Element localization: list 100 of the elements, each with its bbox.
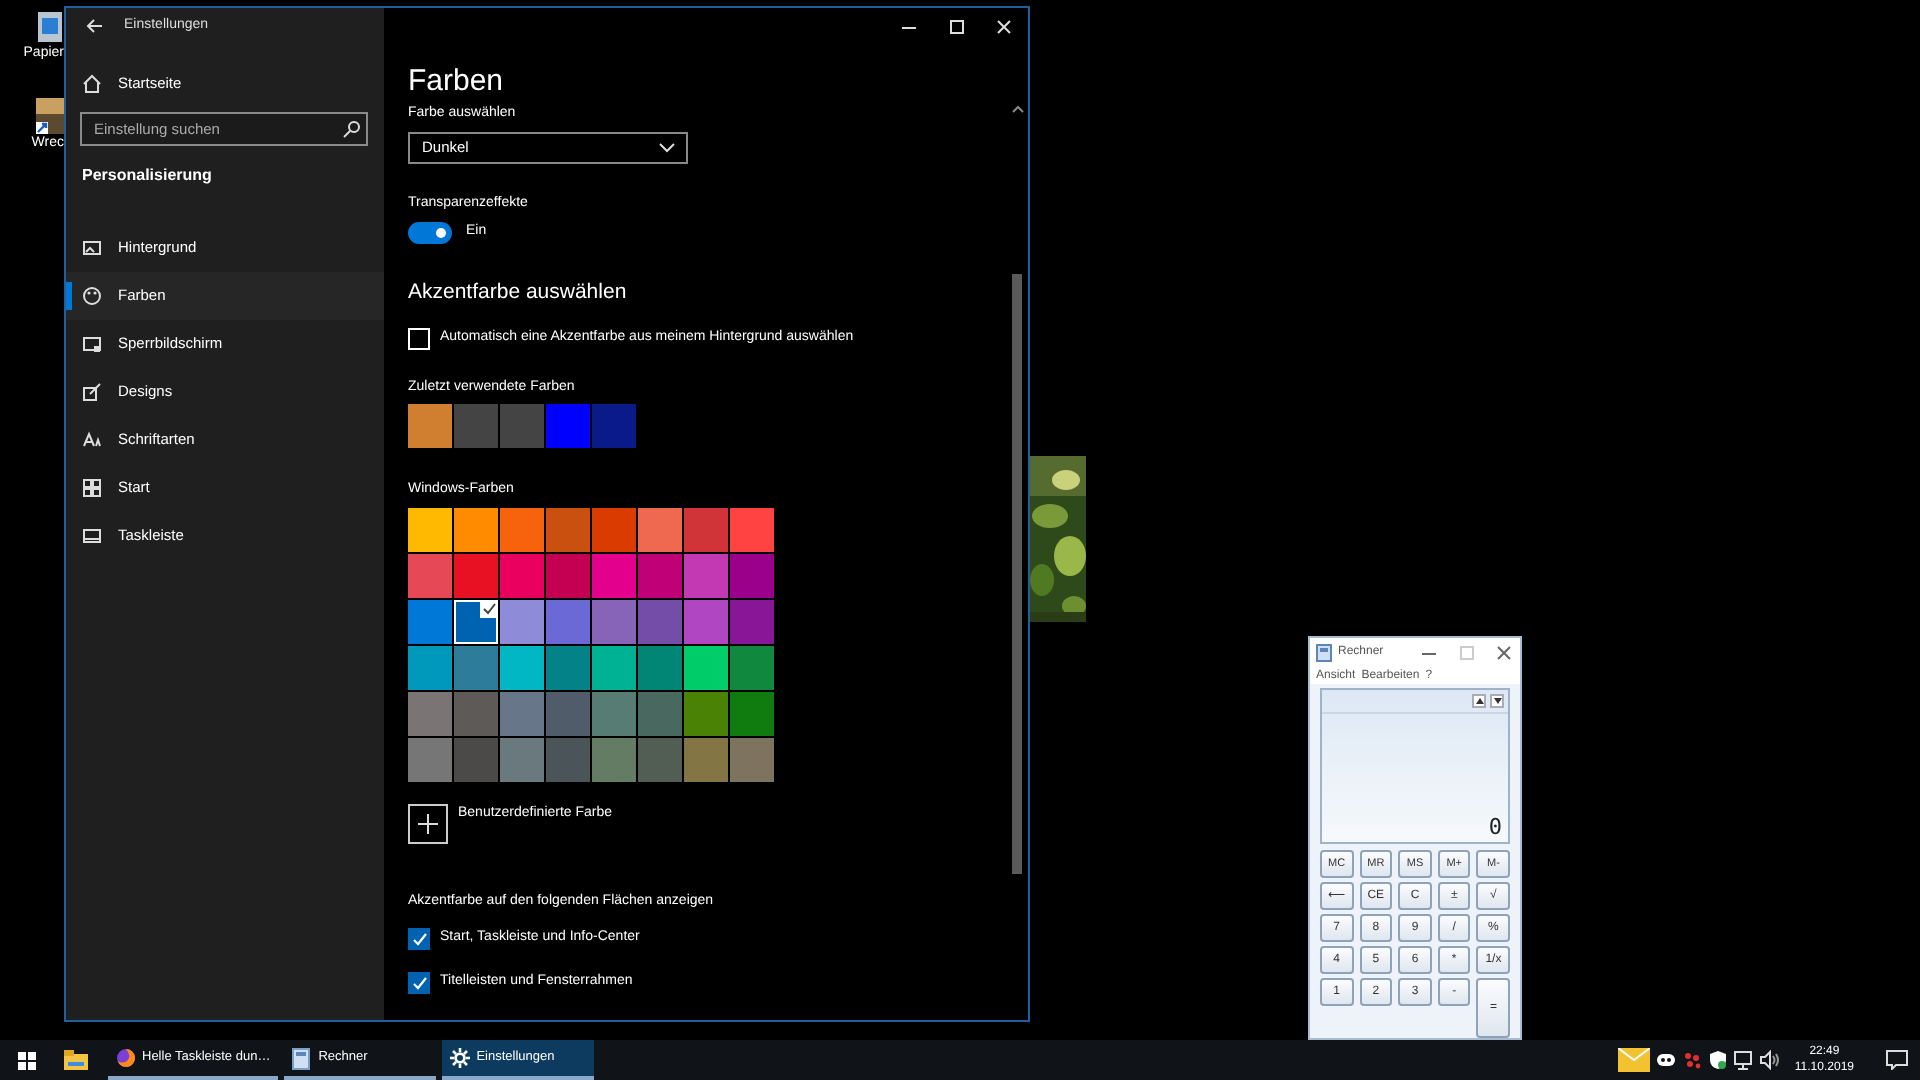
section-heading: Personalisierung	[82, 166, 214, 186]
color-swatch[interactable]	[408, 508, 452, 552]
color-swatch[interactable]	[592, 692, 636, 736]
image-icon	[82, 238, 102, 258]
lock-screen-icon	[82, 334, 102, 354]
scroll-up-icon	[1011, 104, 1023, 114]
check-icon	[411, 975, 427, 989]
maximize-icon	[947, 19, 965, 33]
color-swatch[interactable]	[730, 554, 774, 598]
calculator-icon	[1316, 643, 1332, 661]
color-swatch[interactable]	[546, 738, 590, 782]
display-value: 0	[1486, 814, 1504, 842]
color-swatch[interactable]	[454, 554, 498, 598]
checkbox[interactable]	[408, 971, 430, 993]
color-swatch[interactable]	[500, 404, 544, 448]
color-swatch[interactable]	[638, 738, 682, 782]
toggle-switch[interactable]	[408, 221, 452, 243]
scroll-down-button[interactable]	[1490, 694, 1504, 709]
color-swatch[interactable]	[592, 404, 636, 448]
color-swatch[interactable]	[592, 600, 636, 644]
color-swatch[interactable]	[408, 646, 452, 690]
speech-bubble-icon	[1885, 1050, 1907, 1070]
color-swatch[interactable]	[408, 600, 452, 644]
selection-indicator	[66, 282, 72, 310]
color-swatch[interactable]	[500, 692, 544, 736]
color-swatch[interactable]	[592, 646, 636, 690]
color-swatch[interactable]	[546, 600, 590, 644]
color-swatch[interactable]	[638, 600, 682, 644]
color-swatch[interactable]	[638, 554, 682, 598]
color-swatch[interactable]	[408, 404, 452, 448]
color-swatch[interactable]	[684, 600, 728, 644]
close-icon	[1495, 645, 1513, 659]
close-icon	[995, 19, 1013, 33]
color-swatch[interactable]	[684, 692, 728, 736]
windows-logo-icon	[17, 1051, 35, 1069]
color-swatch[interactable]	[454, 646, 498, 690]
color-swatch[interactable]	[546, 404, 590, 448]
scroll-up-button[interactable]	[1472, 694, 1486, 709]
color-swatch[interactable]	[546, 692, 590, 736]
color-swatch[interactable]	[638, 646, 682, 690]
color-swatch[interactable]	[684, 554, 728, 598]
up-arrow-icon	[1475, 698, 1483, 705]
color-swatch[interactable]	[730, 508, 774, 552]
color-swatch[interactable]	[684, 646, 728, 690]
maximize-icon	[1457, 645, 1475, 659]
add-color-button[interactable]	[408, 804, 448, 844]
gamepad-icon	[1656, 1050, 1677, 1070]
color-swatch[interactable]	[730, 600, 774, 644]
chevron-down-icon	[658, 142, 676, 154]
color-swatch[interactable]	[684, 738, 728, 782]
recycle-bin-icon	[36, 8, 64, 44]
folder-icon	[64, 1050, 88, 1070]
back-arrow-icon	[85, 18, 103, 34]
gear-icon	[450, 1047, 471, 1069]
check-icon	[480, 600, 498, 618]
page-title: Farben	[408, 64, 506, 100]
color-swatch[interactable]	[730, 738, 774, 782]
color-swatch[interactable]	[730, 646, 774, 690]
color-swatch[interactable]	[408, 692, 452, 736]
shortcut-icon	[36, 98, 64, 134]
browser-icon	[116, 1047, 136, 1069]
color-swatch[interactable]	[500, 554, 544, 598]
font-icon	[82, 430, 102, 450]
color-swatch[interactable]	[638, 692, 682, 736]
section-heading: Akzentfarbe auswählen	[408, 278, 629, 306]
color-swatch[interactable]	[546, 646, 590, 690]
color-swatch[interactable]	[546, 554, 590, 598]
color-swatch[interactable]	[592, 738, 636, 782]
color-swatch[interactable]	[408, 738, 452, 782]
search-icon	[342, 120, 360, 138]
checkbox[interactable]	[408, 927, 430, 949]
network-icon	[1734, 1050, 1755, 1070]
volume-icon	[1760, 1050, 1781, 1070]
color-swatch[interactable]	[730, 692, 774, 736]
color-swatch[interactable]	[500, 738, 544, 782]
dots-icon	[1682, 1050, 1703, 1070]
home-icon	[82, 74, 102, 94]
color-swatch[interactable]	[454, 404, 498, 448]
color-swatch[interactable]	[592, 508, 636, 552]
color-swatch[interactable]	[500, 600, 544, 644]
color-swatch[interactable]	[546, 508, 590, 552]
color-swatch[interactable]	[454, 738, 498, 782]
check-icon	[411, 931, 427, 945]
color-swatch[interactable]	[638, 508, 682, 552]
color-swatch[interactable]	[408, 554, 452, 598]
mail-icon	[1618, 1048, 1651, 1072]
color-swatch[interactable]	[454, 508, 498, 552]
palette-icon	[82, 286, 102, 306]
taskbar-icon	[82, 526, 102, 546]
color-swatch[interactable]	[684, 508, 728, 552]
color-swatch[interactable]	[592, 554, 636, 598]
color-swatch[interactable]	[500, 508, 544, 552]
shield-icon	[1708, 1050, 1729, 1070]
brush-icon	[82, 382, 102, 402]
color-swatch[interactable]	[454, 600, 498, 644]
color-swatch[interactable]	[454, 692, 498, 736]
plus-icon	[418, 814, 438, 834]
tiles-icon	[82, 478, 102, 498]
color-swatch[interactable]	[500, 646, 544, 690]
calculator-icon	[292, 1047, 313, 1069]
